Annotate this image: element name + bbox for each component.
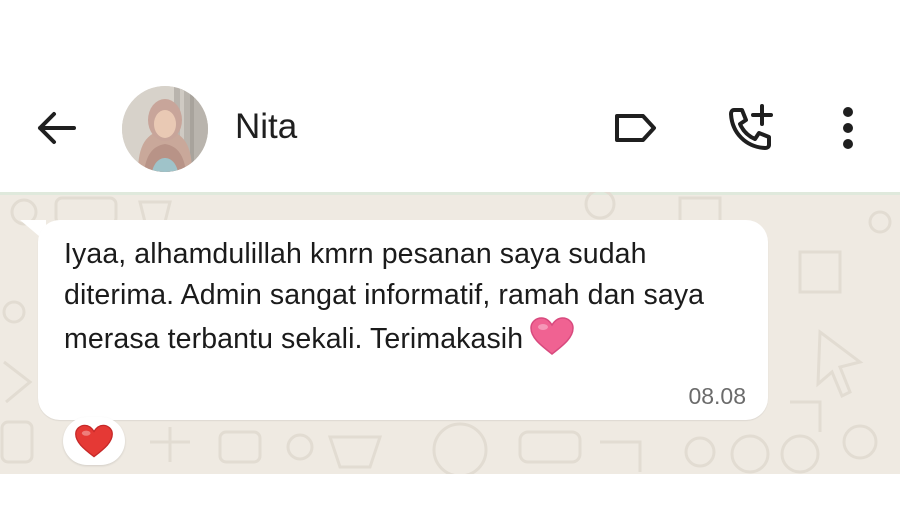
contact-name[interactable]: Nita (235, 106, 297, 148)
label-icon (615, 114, 656, 142)
back-button[interactable] (30, 104, 82, 152)
add-call-button[interactable] (722, 104, 778, 152)
pink-heart-emoji (529, 316, 575, 368)
avatar[interactable] (122, 86, 208, 172)
chat-header: Nita (0, 0, 900, 192)
red-heart-emoji (75, 424, 113, 458)
arrow-left-icon (38, 112, 76, 144)
message-text: Iyaa, alhamdulillah kmrn pesanan saya su… (64, 238, 705, 355)
label-button[interactable] (606, 104, 664, 152)
avatar-photo (122, 86, 208, 172)
more-options-button[interactable] (826, 104, 870, 152)
message-reaction[interactable] (63, 417, 125, 465)
message-text-container: Iyaa, alhamdulillah kmrn pesanan saya su… (64, 234, 754, 368)
message-time: 08.08 (688, 383, 746, 409)
more-vertical-icon (843, 107, 853, 149)
message-bubble[interactable]: Iyaa, alhamdulillah kmrn pesanan saya su… (38, 220, 768, 420)
chat-area[interactable]: Iyaa, alhamdulillah kmrn pesanan saya su… (0, 192, 900, 474)
add-call-icon (729, 104, 773, 150)
bottom-blank-area (0, 474, 900, 531)
